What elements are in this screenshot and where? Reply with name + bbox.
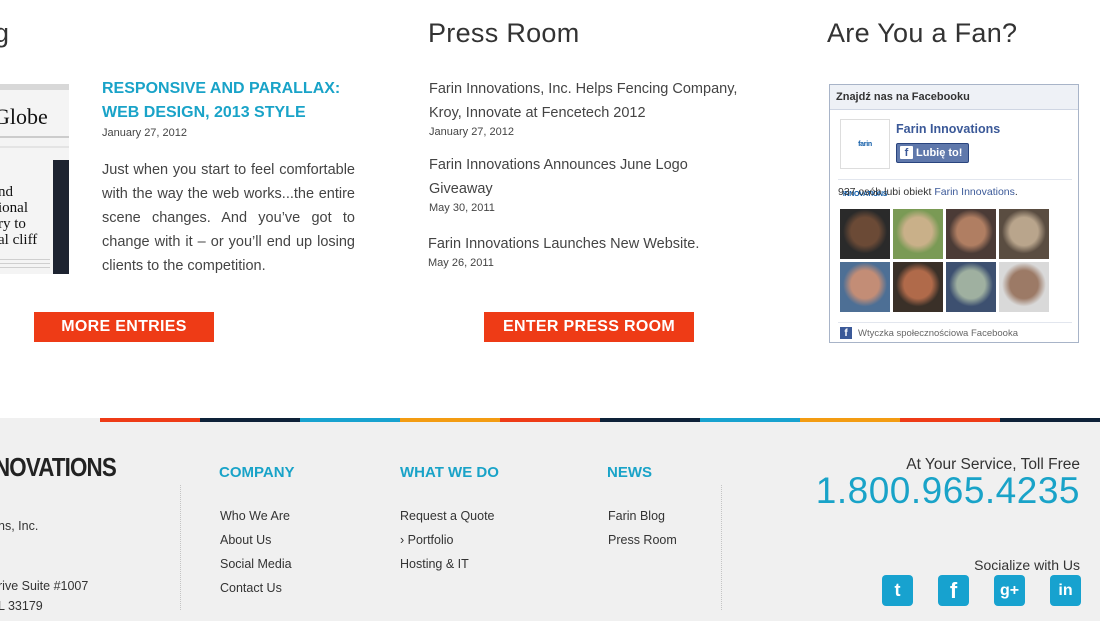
press-item-date-2: May 30, 2011 [429,202,495,214]
footer [0,422,1100,621]
facebook-social-plugin-label[interactable]: f Wtyczka społecznościowa Facebooka [840,327,1018,339]
footer-company-heading: COMPANY [219,464,295,481]
address-line-2: rive Suite #1007 [0,579,89,593]
footer-link-social-media[interactable]: Social Media [220,557,292,571]
fan-avatar[interactable] [946,209,996,259]
thumbnail-line-4: al cliff [0,232,38,248]
footer-link-portfolio[interactable]: › Portfolio [400,533,454,547]
fan-avatar[interactable] [999,262,1049,312]
press-item-title-1[interactable]: Farin Innovations, Inc. Helps Fencing Co… [429,77,759,125]
socialize-label: Socialize with Us [974,557,1080,573]
address-line-1: ns, Inc. [0,519,39,533]
facebook-like-box: Znajdź nas na Facebooku farin INNOVATION… [829,84,1079,343]
fan-avatar[interactable] [999,209,1049,259]
facebook-small-icon: f [840,327,852,339]
footer-link-request-quote[interactable]: Request a Quote [400,509,495,523]
linkedin-icon[interactable]: in [1050,575,1081,606]
footer-logo[interactable]: NOVATIONS [0,452,117,483]
fan-count: 937 osób lubi obiekt Farin Innovations. [838,186,1018,198]
blog-post-thumbnail[interactable]: Globe nd ional ry to al cliff [0,84,69,274]
blog-heading: g [0,18,10,48]
address-line-3: L 33179 [0,599,43,613]
fan-avatar[interactable] [893,262,943,312]
facebook-icon: f [900,146,913,159]
footer-link-who-we-are[interactable]: Who We Are [220,509,290,523]
blog-post-excerpt: Just when you start to feel comfortable … [102,162,355,274]
footer-link-hosting-it[interactable]: Hosting & IT [400,557,469,571]
facebook-icon[interactable]: f [938,575,969,606]
thumbnail-headline: Globe [0,104,48,129]
like-button[interactable]: f Lubię to! [896,143,969,163]
footer-link-press-room[interactable]: Press Room [608,533,677,547]
press-item-title-3[interactable]: Farin Innovations Launches New Website. [428,232,758,256]
more-entries-button[interactable]: MORE ENTRIES [34,312,214,342]
fan-heading: Are You a Fan? [827,18,1018,48]
fan-count-page-link[interactable]: Farin Innovations [934,186,1015,198]
page-logo[interactable]: farin INNOVATIONS [840,119,890,198]
fan-avatar[interactable] [840,209,890,259]
footer-link-contact-us[interactable]: Contact Us [220,581,282,595]
twitter-icon[interactable]: t [882,575,913,606]
footer-link-about-us[interactable]: About Us [220,533,271,547]
press-item-date-1: January 27, 2012 [429,126,515,138]
thumbnail-line-1: nd [0,184,13,200]
like-button-label: Lubię to! [916,147,963,159]
thumbnail-line-3: ry to [0,216,26,232]
fan-avatar[interactable] [946,262,996,312]
thumbnail-line-2: ional [0,200,28,216]
enter-press-room-button[interactable]: ENTER PRESS ROOM [484,312,694,342]
footer-link-farin-blog[interactable]: Farin Blog [608,509,665,523]
blog-post-title-link[interactable]: RESPONSIVE AND PARALLAX: WEB DESIGN, 201… [102,77,362,125]
phone-number[interactable]: 1.800.965.4235 [816,470,1080,512]
facebook-box-header: Znajdź nas na Facebooku [830,85,1078,110]
press-room-heading: Press Room [428,18,580,48]
facebook-page-name-link[interactable]: Farin Innovations [896,122,1000,136]
blog-post-date: January 27, 2012 [102,127,188,139]
footer-what-we-do-heading: WHAT WE DO [400,464,499,481]
footer-news-heading: NEWS [607,464,652,481]
press-item-title-2[interactable]: Farin Innovations Announces June Logo Gi… [429,153,729,201]
fan-avatar[interactable] [893,209,943,259]
press-item-date-3: May 26, 2011 [428,257,494,269]
fan-avatar[interactable] [840,262,890,312]
google-plus-icon[interactable]: g+ [994,575,1025,606]
